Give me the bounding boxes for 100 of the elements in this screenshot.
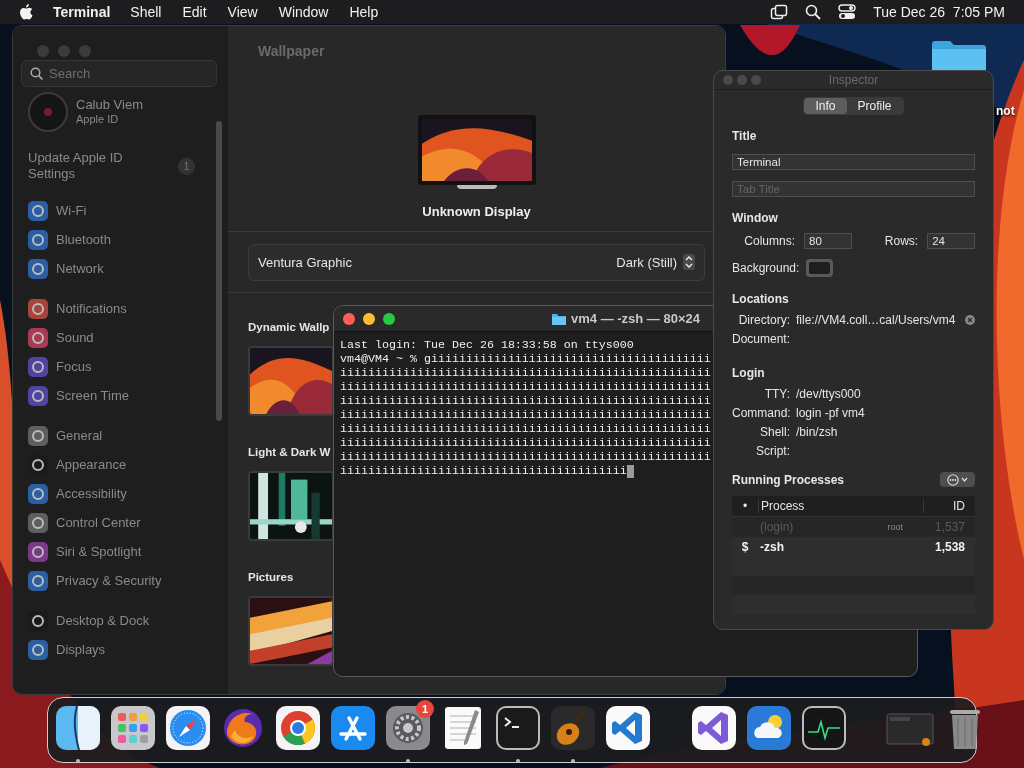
terminal-line: Last login: Tue Dec 26 18:33:58 on ttys000 bbox=[340, 338, 634, 352]
display-name: Unknown Display bbox=[422, 203, 531, 220]
sidebar-item[interactable]: Displays bbox=[56, 642, 106, 657]
section-heading: Running Processes bbox=[732, 472, 845, 487]
chevron-icon bbox=[961, 477, 968, 482]
section-heading: Pictures bbox=[248, 570, 294, 585]
options-button[interactable] bbox=[940, 472, 975, 487]
search-icon[interactable] bbox=[805, 4, 822, 20]
crossed-lines-icon[interactable] bbox=[329, 704, 377, 752]
color-well[interactable] bbox=[806, 259, 833, 277]
stand-icon bbox=[456, 184, 497, 189]
apple-icon[interactable] bbox=[18, 3, 34, 21]
sidebar-item[interactable]: Appearance bbox=[56, 457, 127, 472]
terminal-line: iiiiiiiiiiiiiiiiiiiiiiiiiiiiiiiiiiiiiiiiiiiiiiiiiiiii bbox=[340, 408, 711, 422]
sidebar-item[interactable]: Bluetooth bbox=[56, 232, 111, 247]
menu-item[interactable]: Edit bbox=[182, 4, 207, 20]
prompt-icon[interactable] bbox=[494, 704, 542, 752]
sidebar-item[interactable]: Siri & Spotlight bbox=[56, 544, 142, 559]
terminal-line: iiiiiiiiiiiiiiiiiiiiiiiiiiiiiiiiiiiiiiiiiiiiiiiiiiiii bbox=[340, 436, 711, 450]
zoom-button[interactable] bbox=[383, 312, 395, 325]
window-title: vm4 — -zsh — 80×24 bbox=[571, 311, 700, 326]
app-menu[interactable]: Terminal bbox=[53, 4, 111, 20]
sidebar-item[interactable]: Sound bbox=[56, 330, 94, 345]
sidebar-item[interactable]: General bbox=[56, 428, 103, 443]
section-heading: Login bbox=[732, 366, 766, 381]
field-value: file://VM4.coll…cal/Users/vm4 bbox=[796, 312, 956, 327]
terminal-line: iiiiiiiiiiiiiiiiiiiiiiiiiiiiiiiiiiiiiiiii bbox=[340, 464, 627, 478]
title-field[interactable]: Terminal bbox=[732, 154, 975, 170]
clock[interactable]: Tue Dec 26 7:05 PM bbox=[873, 4, 1005, 20]
compass-icon[interactable] bbox=[164, 704, 212, 752]
column-header[interactable]: • bbox=[732, 499, 758, 513]
section-heading: Title bbox=[732, 129, 758, 144]
sidebar-item[interactable]: Control Center bbox=[56, 515, 141, 530]
terminal-line: iiiiiiiiiiiiiiiiiiiiiiiiiiiiiiiiiiiiiiiiiiiiiiiiiiiii bbox=[340, 366, 711, 380]
two-tone-tile-icon[interactable] bbox=[54, 704, 102, 752]
table-cell: -zsh bbox=[760, 540, 784, 554]
windows-icon[interactable] bbox=[770, 4, 789, 20]
sidebar-item[interactable]: Focus bbox=[56, 359, 92, 374]
field-label: Directory: bbox=[737, 312, 790, 327]
table-cell: 1,538 bbox=[934, 540, 965, 554]
field-label: TTY: bbox=[763, 386, 790, 401]
menu-item[interactable]: View bbox=[227, 4, 258, 20]
process-row[interactable]: $ -zsh 1,538 bbox=[732, 537, 975, 557]
wallpaper-wave bbox=[740, 25, 800, 55]
field-value: login -pf vm4 bbox=[796, 405, 865, 420]
search-field[interactable]: Search bbox=[21, 60, 217, 87]
folder-icon[interactable] bbox=[930, 40, 988, 70]
menu-item[interactable]: Window bbox=[278, 4, 329, 20]
app-grid-icon[interactable] bbox=[109, 704, 157, 752]
tab[interactable]: Profile bbox=[846, 98, 903, 114]
account-subtitle: Apple ID bbox=[76, 112, 120, 127]
ribbon-icon[interactable] bbox=[690, 704, 738, 752]
toggles-icon[interactable] bbox=[838, 4, 857, 20]
field-label: Document: bbox=[732, 331, 790, 346]
table-cell-text: root bbox=[887, 522, 904, 532]
stepper-icon bbox=[683, 254, 695, 271]
table-cell: $ bbox=[741, 540, 749, 554]
minimize-button[interactable] bbox=[363, 312, 375, 325]
sidebar-item[interactable]: Screen Time bbox=[56, 388, 129, 403]
section-heading: Light & Dark W bbox=[248, 445, 331, 460]
terminal-line: vm4@VM4 ~ % giiiiiiiiiiiiiiiiiiiiiiiiiiiiiiiiiiiiiiii bbox=[340, 352, 711, 366]
section-heading: Window bbox=[732, 211, 779, 226]
section-heading: Locations bbox=[732, 292, 790, 307]
column-header[interactable]: Process bbox=[758, 499, 923, 513]
guitar-icon[interactable] bbox=[549, 704, 597, 752]
page-title: Wallpaper bbox=[257, 42, 326, 61]
terminal-line: iiiiiiiiiiiiiiiiiiiiiiiiiiiiiiiiiiiiiiiiiiiiiiiiiiiii bbox=[340, 380, 711, 394]
section-heading: Dynamic Wallp bbox=[248, 320, 330, 335]
sidebar-item[interactable]: Desktop & Dock bbox=[56, 613, 150, 628]
close-button[interactable] bbox=[343, 312, 355, 325]
sidebar-item[interactable]: Wi-Fi bbox=[56, 203, 87, 218]
rows-field[interactable]: 24 bbox=[927, 233, 975, 249]
scrollbar[interactable] bbox=[216, 121, 222, 421]
search-placeholder: Search bbox=[49, 66, 91, 81]
field-label: Background: bbox=[732, 261, 797, 275]
sidebar-item[interactable]: Network bbox=[56, 261, 104, 276]
account-name[interactable]: Calub Viem bbox=[76, 97, 143, 112]
search-icon bbox=[30, 67, 43, 80]
ribbon-icon[interactable] bbox=[604, 704, 652, 752]
sidebar-item[interactable]: Update Apple ID Settings bbox=[28, 150, 158, 182]
field-value: /bin/zsh bbox=[796, 424, 838, 439]
sidebar-item[interactable]: Privacy & Security bbox=[56, 573, 162, 588]
sidebar-item[interactable]: Accessibility bbox=[56, 486, 127, 501]
field-label: Rows: bbox=[884, 234, 919, 248]
window-title: Inspector bbox=[828, 73, 879, 87]
clear-icon[interactable] bbox=[965, 314, 975, 325]
notification-badge: 1 bbox=[416, 700, 434, 718]
field-value: /dev/ttys000 bbox=[796, 386, 861, 401]
field-label: Columns: bbox=[743, 234, 796, 248]
menu-item[interactable]: Shell bbox=[130, 4, 162, 20]
menu-item[interactable]: Help bbox=[349, 4, 379, 20]
wallpaper-popup[interactable]: Ventura Graphic Dark (Still) bbox=[248, 243, 705, 281]
sidebar-item[interactable]: Notifications bbox=[56, 301, 127, 316]
cloud-sun-icon[interactable] bbox=[745, 704, 793, 752]
column-header[interactable]: ID bbox=[923, 499, 975, 513]
pulse-monitor-icon[interactable] bbox=[800, 704, 848, 752]
tab[interactable]: Info bbox=[804, 98, 847, 114]
gear-icon[interactable] bbox=[384, 704, 432, 752]
columns-field[interactable]: 80 bbox=[804, 233, 852, 249]
ellipsis-icon bbox=[947, 473, 959, 486]
